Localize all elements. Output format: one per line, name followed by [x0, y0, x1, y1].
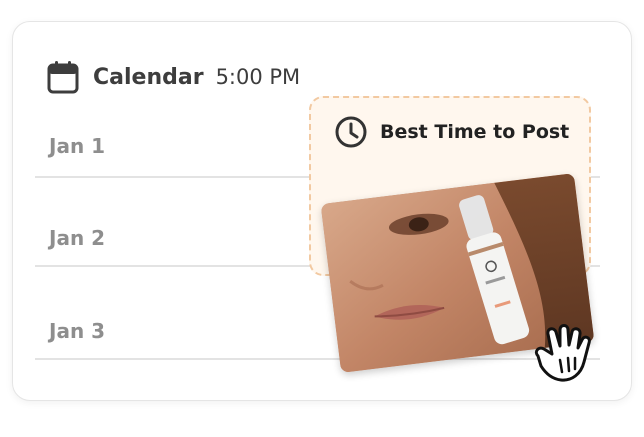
best-time-label: Best Time to Post: [380, 121, 570, 143]
calendar-header: Calendar 5:00 PM: [47, 57, 300, 97]
calendar-time: 5:00 PM: [215, 65, 301, 89]
calendar-title: Calendar: [93, 64, 204, 90]
calendar-icon: [47, 61, 79, 94]
date-row-label[interactable]: Jan 2: [49, 226, 105, 250]
clock-icon: [335, 116, 367, 148]
hand-pointer-icon: [534, 324, 591, 382]
best-time-title: Best Time to Post: [334, 115, 569, 149]
date-row-label[interactable]: Jan 1: [49, 134, 105, 158]
date-row-label[interactable]: Jan 3: [49, 319, 105, 343]
row-divider: [35, 358, 600, 360]
